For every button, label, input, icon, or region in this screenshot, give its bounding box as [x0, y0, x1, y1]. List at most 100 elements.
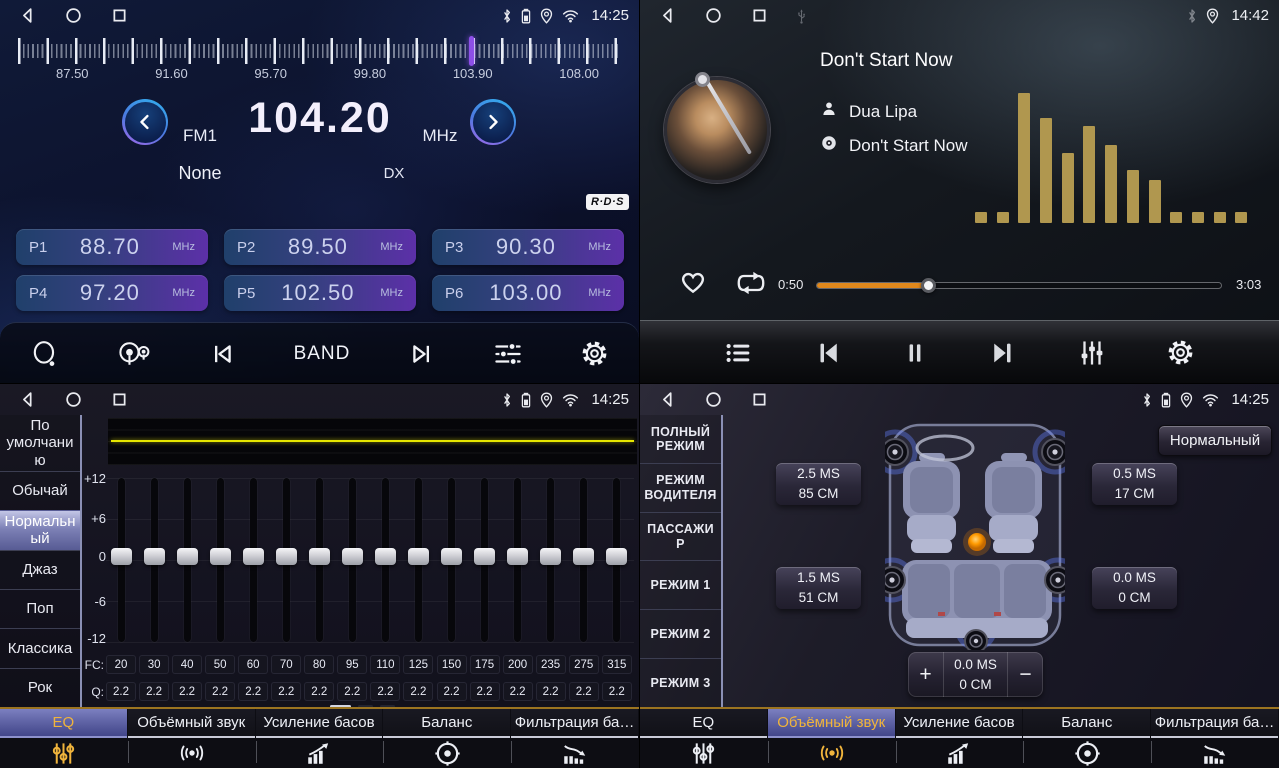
- frequency-up-button[interactable]: [470, 99, 516, 145]
- home-button[interactable]: [704, 6, 723, 25]
- rear-right-delay[interactable]: 0.0 MS 0 CM: [1092, 567, 1177, 609]
- equalizer-button[interactable]: [493, 339, 523, 369]
- eq-preset-6[interactable]: Классика: [0, 628, 80, 667]
- eq-slider-thumb[interactable]: [243, 548, 264, 565]
- tab-icon-area[interactable]: [128, 738, 256, 768]
- tab-label[interactable]: Баланс: [383, 709, 510, 738]
- eq-slider-thumb[interactable]: [408, 548, 429, 565]
- tab-label[interactable]: Усиление басов: [896, 709, 1023, 738]
- tab-eq[interactable]: EQ: [640, 709, 768, 768]
- eq-slider-thumb[interactable]: [540, 548, 561, 565]
- tab-bass-boost[interactable]: Усиление басов: [896, 709, 1024, 768]
- delay-increase-button[interactable]: +: [908, 652, 943, 697]
- tab-bass-boost[interactable]: Усиление басов: [256, 709, 384, 768]
- seek-bar[interactable]: [816, 282, 1222, 289]
- tab-icon-area[interactable]: [640, 738, 768, 768]
- tab-label[interactable]: Объёмный звук: [768, 709, 895, 738]
- eq-preset-3[interactable]: Нормальный: [0, 510, 80, 550]
- eq-slider-thumb[interactable]: [507, 548, 528, 565]
- eq-slider-thumb[interactable]: [342, 548, 363, 565]
- back-button[interactable]: [18, 6, 37, 25]
- radio-preset-button-p3[interactable]: P390.30MHz: [432, 229, 624, 265]
- rear-left-delay[interactable]: 1.5 MS 51 CM: [776, 567, 861, 609]
- recents-button[interactable]: [110, 390, 129, 409]
- radio-preset-button-p6[interactable]: P6103.00MHz: [432, 275, 624, 311]
- seek-up-button[interactable]: [408, 340, 436, 368]
- tab-band-filter[interactable]: Фильтрация ба…: [1151, 709, 1279, 768]
- front-right-delay[interactable]: 0.5 MS 17 CM: [1092, 463, 1177, 505]
- eq-slider-thumb[interactable]: [441, 548, 462, 565]
- tuner-dial[interactable]: [18, 36, 621, 66]
- home-button[interactable]: [64, 390, 83, 409]
- listening-mode-1[interactable]: ПОЛНЫЙ РЕЖИМ: [640, 415, 721, 463]
- eq-slider-thumb[interactable]: [276, 548, 297, 565]
- back-button[interactable]: [658, 390, 677, 409]
- tab-surround-sound[interactable]: Объёмный звук: [128, 709, 256, 768]
- eq-preset-7[interactable]: Рок: [0, 668, 80, 707]
- listening-mode-3[interactable]: ПАССАЖИР: [640, 512, 721, 561]
- eq-preset-5[interactable]: Поп: [0, 589, 80, 628]
- radio-preset-button-p1[interactable]: P188.70MHz: [16, 229, 208, 265]
- auto-search-button[interactable]: [117, 339, 151, 369]
- radio-preset-button-p4[interactable]: P497.20MHz: [16, 275, 208, 311]
- eq-slider-thumb[interactable]: [573, 548, 594, 565]
- tab-label[interactable]: Фильтрация ба…: [511, 709, 638, 738]
- listening-mode-4[interactable]: РЕЖИМ 1: [640, 560, 721, 609]
- favorite-button[interactable]: [678, 267, 708, 300]
- back-button[interactable]: [18, 390, 37, 409]
- radio-preset-button-p2[interactable]: P289.50MHz: [224, 229, 416, 265]
- tab-icon-area[interactable]: [1023, 738, 1151, 768]
- listening-mode-2[interactable]: РЕЖИМ ВОДИТЕЛЯ: [640, 463, 721, 512]
- tab-icon-area[interactable]: [896, 738, 1024, 768]
- eq-slider-thumb[interactable]: [309, 548, 330, 565]
- tab-balance[interactable]: Баланс: [1023, 709, 1151, 768]
- tab-surround-sound[interactable]: Объёмный звук: [768, 709, 896, 768]
- tab-label[interactable]: EQ: [0, 709, 127, 738]
- tab-icon-area[interactable]: [256, 738, 384, 768]
- tuner-indicator[interactable]: [469, 36, 474, 66]
- next-track-button[interactable]: [988, 338, 1018, 368]
- tab-band-filter[interactable]: Фильтрация ба…: [511, 709, 639, 768]
- pause-button[interactable]: [902, 338, 928, 368]
- tab-eq[interactable]: EQ: [0, 709, 128, 768]
- tab-icon-area[interactable]: [1151, 738, 1279, 768]
- tab-label[interactable]: Баланс: [1023, 709, 1150, 738]
- tab-label[interactable]: Фильтрация ба…: [1151, 709, 1278, 738]
- eq-slider-thumb[interactable]: [606, 548, 627, 565]
- eq-preset-1[interactable]: По умолчанию: [0, 415, 80, 471]
- settings-button[interactable]: [1166, 338, 1195, 367]
- eq-slider-thumb[interactable]: [144, 548, 165, 565]
- preset-scan-button[interactable]: [30, 339, 60, 369]
- band-button[interactable]: BAND: [294, 343, 351, 365]
- home-button[interactable]: [64, 6, 83, 25]
- seek-down-button[interactable]: [208, 340, 236, 368]
- tab-label[interactable]: Объёмный звук: [128, 709, 255, 738]
- audio-mixer-button[interactable]: [1077, 338, 1107, 368]
- tab-icon-area[interactable]: [768, 738, 896, 768]
- eq-slider-thumb[interactable]: [474, 548, 495, 565]
- radio-preset-button-p5[interactable]: P5102.50MHz: [224, 275, 416, 311]
- tab-icon-area[interactable]: [511, 738, 639, 768]
- back-button[interactable]: [658, 6, 677, 25]
- tab-balance[interactable]: Баланс: [383, 709, 511, 768]
- recents-button[interactable]: [750, 390, 769, 409]
- previous-track-button[interactable]: [813, 338, 843, 368]
- eq-slider-thumb[interactable]: [177, 548, 198, 565]
- eq-preset-2[interactable]: Обычай: [0, 471, 80, 510]
- frequency-down-button[interactable]: [122, 99, 168, 145]
- listening-mode-6[interactable]: РЕЖИМ 3: [640, 658, 721, 707]
- settings-button[interactable]: [580, 339, 609, 368]
- tab-label[interactable]: EQ: [640, 709, 767, 738]
- tab-icon-area[interactable]: [383, 738, 511, 768]
- playlist-button[interactable]: [724, 339, 754, 367]
- home-button[interactable]: [704, 390, 723, 409]
- front-left-delay[interactable]: 2.5 MS 85 CM: [776, 463, 861, 505]
- delay-decrease-button[interactable]: −: [1008, 652, 1043, 697]
- eq-slider-thumb[interactable]: [375, 548, 396, 565]
- tab-icon-area[interactable]: [0, 738, 128, 768]
- eq-preset-4[interactable]: Джаз: [0, 550, 80, 589]
- sound-profile-button[interactable]: Нормальный: [1158, 425, 1272, 456]
- eq-slider-thumb[interactable]: [210, 548, 231, 565]
- eq-slider-thumb[interactable]: [111, 548, 132, 565]
- recents-button[interactable]: [110, 6, 129, 25]
